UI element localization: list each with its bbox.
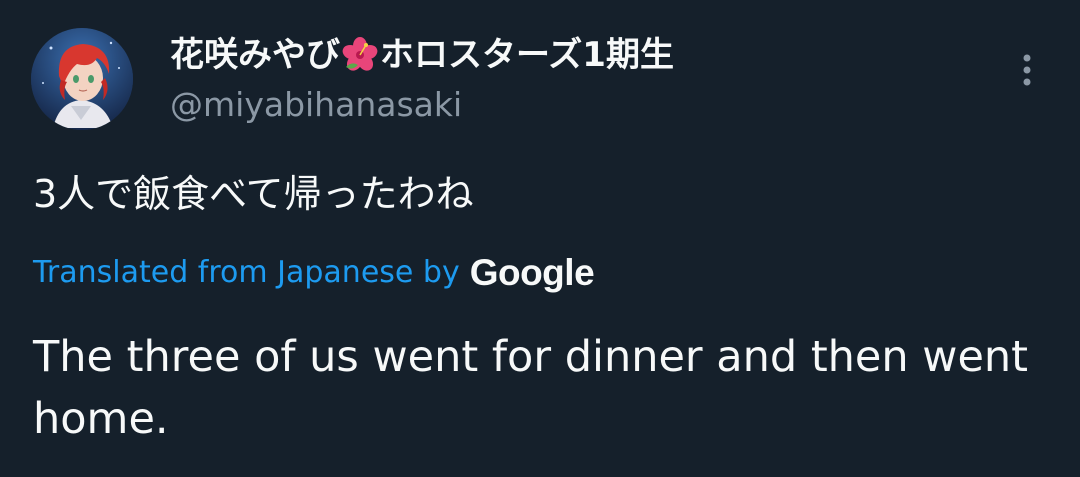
- more-vertical-icon[interactable]: [1010, 50, 1044, 90]
- display-name-suffix: ホロスターズ1期生: [380, 35, 674, 75]
- display-name-prefix: 花咲みやび: [170, 35, 340, 75]
- display-name[interactable]: 花咲みやび ホロスターズ1期生: [170, 34, 674, 76]
- avatar-image: [31, 28, 133, 130]
- tweet-original-text: 3人で飯食べて帰ったわね: [33, 172, 474, 216]
- translation-attribution: Translated from Japanese by Google: [33, 250, 595, 296]
- tweet: 花咲みやび ホロスターズ1期生 @miyabihanasaki 3人で飯食べて帰…: [0, 0, 1080, 477]
- translated-from-link[interactable]: Translated from Japanese by: [33, 253, 460, 293]
- avatar[interactable]: [31, 28, 133, 130]
- google-logo: Google: [469, 252, 595, 293]
- hibiscus-flower-icon: [342, 37, 378, 73]
- user-handle[interactable]: @miyabihanasaki: [170, 84, 462, 126]
- tweet-translation-text: The three of us went for dinner and then…: [33, 332, 1029, 444]
